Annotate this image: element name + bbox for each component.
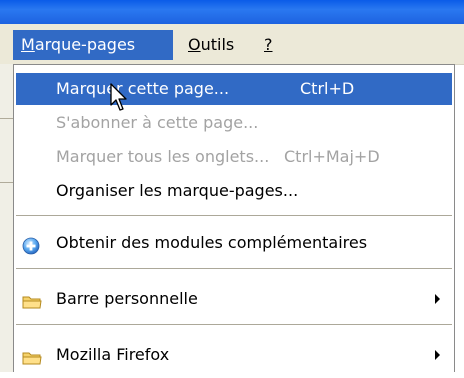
menu-item-label: Organiser les marque-pages... — [56, 181, 299, 200]
menu-item-shortcut: Ctrl+D — [300, 79, 355, 98]
menu-item-label: S'abonner à cette page... — [56, 113, 259, 132]
menu-item-subscribe-page[interactable]: S'abonner à cette page... — [16, 107, 452, 139]
menu-item-bookmark-all-tabs[interactable]: Marquer tous les onglets... Ctrl+Maj+D — [16, 141, 452, 173]
menu-help[interactable]: ? — [256, 30, 281, 60]
menu-item-shortcut: Ctrl+Maj+D — [284, 147, 380, 166]
menu-item-get-addons[interactable]: Obtenir des modules complémentaires — [16, 227, 452, 259]
submenu-arrow-icon — [435, 350, 440, 360]
folder-icon — [22, 346, 42, 365]
menu-outils-label: utils — [200, 35, 235, 54]
menu-item-label: Obtenir des modules complémentaires — [56, 233, 368, 252]
window-content-behind — [0, 64, 14, 372]
menu-marque-pages[interactable]: Marque-pages — [13, 30, 173, 60]
menu-item-mozilla-firefox-folder[interactable]: Mozilla Firefox — [16, 339, 452, 371]
behind-divider — [0, 182, 14, 183]
menu-marque-pages-label: arque-pages — [34, 35, 136, 54]
menu-separator — [16, 268, 452, 269]
menu-bar: Marque-pages Outils ? — [0, 24, 464, 65]
menu-outils[interactable]: Outils — [180, 30, 242, 60]
menu-marque-pages-accel: M — [21, 35, 35, 54]
menu-item-label: Marquer tous les onglets... — [56, 147, 270, 166]
menu-item-organize-bookmarks[interactable]: Organiser les marque-pages... — [16, 175, 452, 207]
menu-help-accel: ? — [264, 35, 273, 54]
menu-outils-accel: O — [188, 35, 201, 54]
menu-item-label: Mozilla Firefox — [56, 345, 170, 364]
bookmarks-dropdown-menu: Marquer cette page... Ctrl+D S'abonner à… — [13, 64, 455, 372]
menu-separator — [16, 324, 452, 325]
submenu-arrow-icon — [435, 294, 440, 304]
mouse-pointer-icon — [110, 83, 132, 113]
add-ons-globe-icon — [22, 234, 40, 255]
window-title-bar — [0, 0, 464, 24]
behind-divider — [0, 118, 14, 119]
folder-icon — [22, 290, 42, 309]
menu-item-label: Marquer cette page... — [56, 79, 230, 98]
menu-separator — [16, 215, 452, 216]
menu-item-label: Barre personnelle — [56, 289, 198, 308]
menu-item-bookmark-page[interactable]: Marquer cette page... Ctrl+D — [16, 73, 452, 105]
menu-item-personal-toolbar-folder[interactable]: Barre personnelle — [16, 283, 452, 315]
